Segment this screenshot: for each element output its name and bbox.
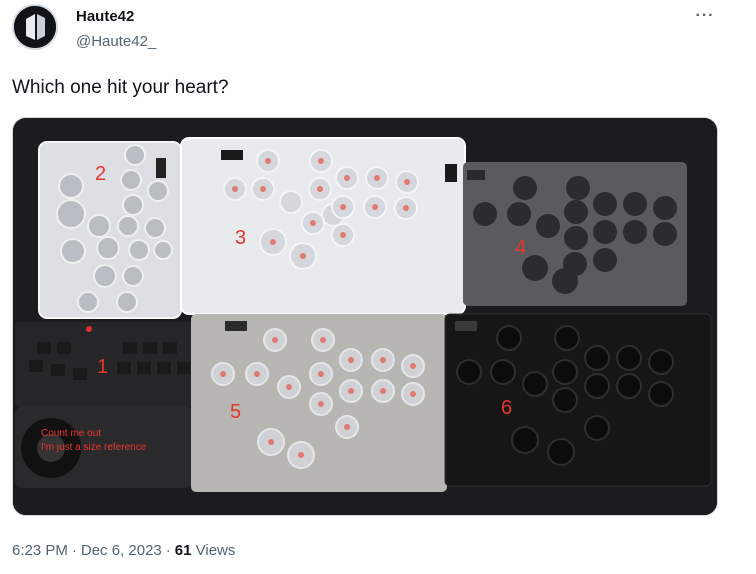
controller-4 xyxy=(463,162,687,306)
controller-2 xyxy=(38,141,182,319)
controller-1 xyxy=(15,322,195,488)
label-1: 1 xyxy=(97,356,108,378)
label-6: 6 xyxy=(501,397,512,419)
controller-3 xyxy=(180,137,466,315)
annotation-line-2: I'm just a size reference xyxy=(41,442,147,453)
controller-6 xyxy=(444,313,712,487)
meta-separator-2: · xyxy=(165,542,171,559)
label-2: 2 xyxy=(95,163,106,185)
tweet-media[interactable]: 2 3 4 1 5 6 Count me out I'm just a size… xyxy=(12,117,718,516)
author-handle[interactable]: @Haute42_ xyxy=(76,33,156,50)
controllers-photo: 2 3 4 1 5 6 Count me out I'm just a size… xyxy=(13,118,717,515)
label-3: 3 xyxy=(235,227,246,249)
tweet-card: Haute42 @Haute42_ ··· Which one hit your… xyxy=(0,0,756,574)
haute42-logo-icon xyxy=(14,6,56,48)
label-5: 5 xyxy=(230,401,241,423)
annotation-line-1: Count me out xyxy=(41,428,101,439)
views-count[interactable]: 61 xyxy=(175,542,192,559)
tweet-date[interactable]: Dec 6, 2023 xyxy=(81,542,162,559)
label-4: 4 xyxy=(515,237,526,259)
views-label: Views xyxy=(195,542,236,559)
tweet-text: Which one hit your heart? xyxy=(12,77,229,98)
tweet-time[interactable]: 6:23 PM xyxy=(12,542,68,559)
author-display-name[interactable]: Haute42 xyxy=(76,8,134,25)
avatar[interactable] xyxy=(12,4,58,50)
more-options-icon[interactable]: ··· xyxy=(690,6,720,26)
tweet-meta: 6:23 PM · Dec 6, 2023 · 61 Views xyxy=(12,542,235,559)
meta-separator: · xyxy=(71,542,77,559)
